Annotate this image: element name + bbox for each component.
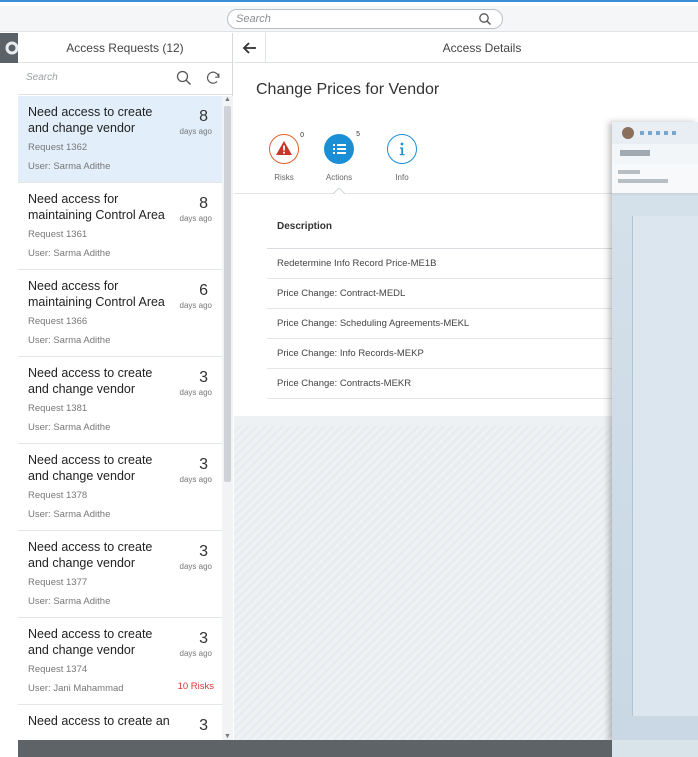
object-title: Change Prices for Vendor <box>256 81 440 98</box>
list-item[interactable]: Need access to create and change vendor … <box>18 96 222 183</box>
item-count: 3 <box>199 717 208 734</box>
item-title: Need access for maintaining Control Area <box>28 279 165 309</box>
item-title: Need access to create and change vendor <box>28 627 153 657</box>
item-request: Request 1378 <box>28 490 88 501</box>
preview-nav <box>640 131 680 135</box>
item-ago: days ago <box>179 649 212 658</box>
preview-content <box>612 196 698 742</box>
item-count: 3 <box>199 630 208 647</box>
footer-bar <box>18 740 698 757</box>
list-scrollbar[interactable]: ▲ ▼ <box>222 96 233 740</box>
item-title: Need access to create and change vendor <box>28 540 153 570</box>
item-user: User: Sarma Adithe <box>28 596 111 607</box>
chevron-up-icon[interactable]: ▲ <box>224 96 231 103</box>
item-request: Request 1381 <box>28 403 88 414</box>
list-item[interactable]: Need access to create and change vendor … <box>18 618 222 705</box>
list-item[interactable]: Need access to create and change vendor … <box>18 531 222 618</box>
request-list: Need access to create and change vendor … <box>18 96 222 740</box>
shell-bar <box>0 6 698 32</box>
tab-info[interactable]: Info <box>382 134 422 182</box>
search-icon[interactable] <box>478 12 492 31</box>
list-item[interactable]: Need access to create and change vendor … <box>18 357 222 444</box>
item-ago: days ago <box>179 127 212 136</box>
global-search-input[interactable] <box>236 13 456 25</box>
item-title: Need access to create and change vendor <box>28 366 153 396</box>
item-request: Request 1362 <box>28 142 88 153</box>
arrow-left-icon <box>242 42 256 54</box>
item-count: 8 <box>199 195 208 212</box>
item-count: 6 <box>199 282 208 299</box>
item-user: User: Sarma Adithe <box>28 161 111 172</box>
warning-icon: 0 <box>269 132 304 164</box>
tab-label: Risks <box>274 173 294 182</box>
item-user: User: Sarma Adithe <box>28 248 111 259</box>
preview-filter-bar <box>612 164 698 194</box>
list-icon: 5 <box>324 131 360 164</box>
tab-risks[interactable]: 0 Risks <box>264 132 304 182</box>
item-count: 3 <box>199 456 208 473</box>
preview-panel <box>632 216 698 716</box>
avatar <box>622 127 634 139</box>
item-count: 8 <box>199 108 208 125</box>
master-search-input[interactable] <box>26 72 166 83</box>
master-title: Access Requests (12) <box>18 33 232 63</box>
back-button[interactable] <box>234 33 266 63</box>
item-count: 3 <box>199 369 208 386</box>
detail-title: Access Details <box>442 41 522 55</box>
tab-count: 0 <box>300 132 304 139</box>
item-title: Need access to create and change vendor <box>28 105 153 135</box>
item-request: Request 1377 <box>28 577 88 588</box>
chevron-down-icon[interactable]: ▼ <box>224 733 231 740</box>
item-ago: days ago <box>179 475 212 484</box>
list-item[interactable]: Need access for maintaining Control Area… <box>18 183 222 270</box>
item-title: Need access for maintaining Control Area <box>28 192 165 222</box>
item-ago: days ago <box>179 388 212 397</box>
item-title: Need access to create an <box>28 714 170 728</box>
item-request: Request 1361 <box>28 229 88 240</box>
item-request: Request 1374 <box>28 664 88 675</box>
gear-icon[interactable] <box>0 33 20 63</box>
risk-badge: 10 Risks <box>177 681 214 692</box>
refresh-icon[interactable] <box>205 70 221 91</box>
item-title: Need access to create and change vendor <box>28 453 153 483</box>
preview-toolbar <box>612 122 698 144</box>
item-ago: days ago <box>179 301 212 310</box>
list-item[interactable]: Need access to create and change vendor … <box>18 444 222 531</box>
tab-label: Actions <box>325 173 353 182</box>
tab-actions[interactable]: 5 Actions <box>319 131 360 182</box>
item-ago: days ago <box>179 214 212 223</box>
item-ago: days ago <box>179 562 212 571</box>
global-search[interactable] <box>227 9 503 29</box>
master-search <box>18 63 232 95</box>
master-panel: Access Requests (12) Need access to crea… <box>18 33 233 757</box>
tab-count: 5 <box>356 131 360 138</box>
search-icon[interactable] <box>176 70 192 91</box>
detail-header: Access Details <box>234 33 698 63</box>
item-user: User: Sarma Adithe <box>28 509 111 520</box>
tab-label: Info <box>395 173 409 182</box>
preview-variant-bar <box>612 144 698 164</box>
preview-footer <box>612 740 698 757</box>
item-count: 3 <box>199 543 208 560</box>
item-request: Request 1366 <box>28 316 88 327</box>
scrollbar-thumb[interactable] <box>224 106 231 482</box>
overlapping-window-preview <box>612 122 698 742</box>
item-user: User: Sarma Adithe <box>28 335 111 346</box>
item-user: User: Sarma Adithe <box>28 422 111 433</box>
list-item[interactable]: Need access for maintaining Control Area… <box>18 270 222 357</box>
list-item[interactable]: Need access to create an 3 <box>18 705 222 740</box>
info-icon <box>387 134 417 164</box>
